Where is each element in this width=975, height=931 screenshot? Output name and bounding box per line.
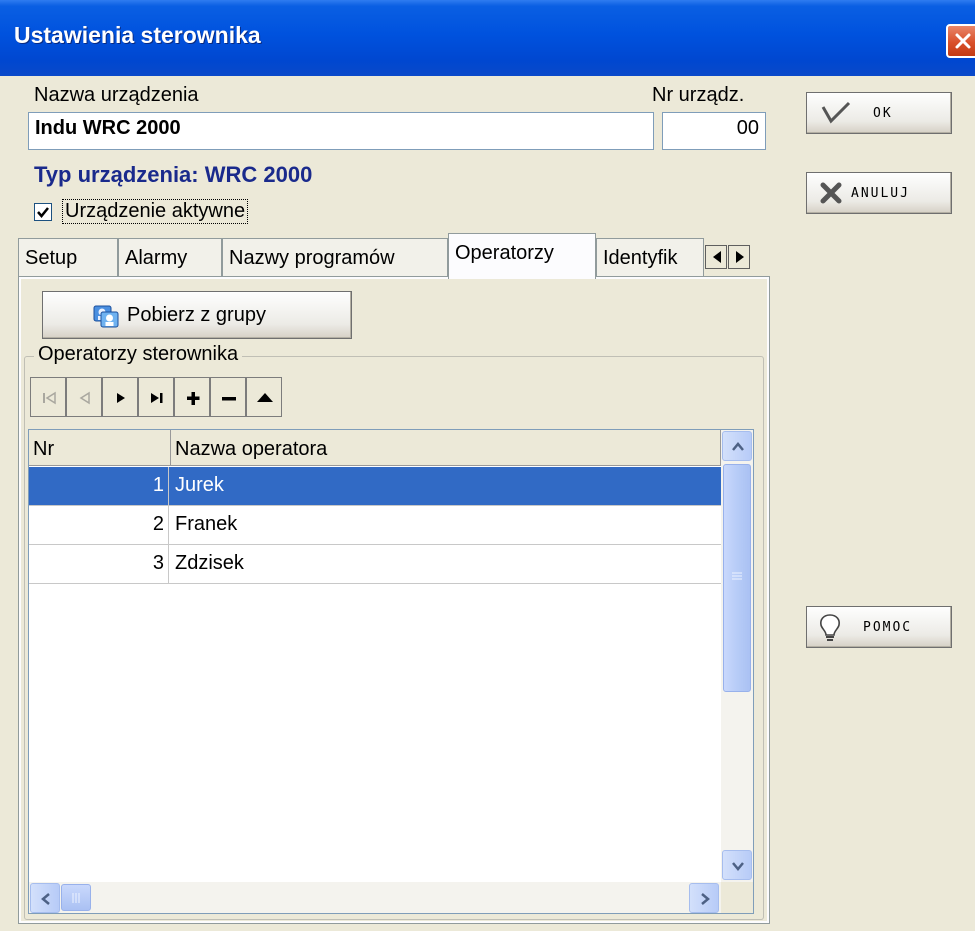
grip-icon [72,893,80,903]
scrollbar-corner [721,882,753,913]
cell-name: Zdzisek [175,552,244,574]
insert-icon [187,392,200,405]
operators-grid[interactable]: Nr Nazwa operatora 1 Jurek 2 Franek 3 Zd… [28,429,754,914]
horizontal-scrollbar[interactable] [29,882,721,913]
groupbox-title: Operatorzy sterownika [34,343,243,366]
ok-button[interactable]: OK [806,92,952,134]
help-button-label: POMOC [863,620,913,635]
table-row[interactable]: 2 Franek [29,506,721,545]
nav-edit-button[interactable] [246,377,282,417]
ok-button-label: OK [873,106,893,121]
scroll-up-button[interactable] [722,431,752,461]
device-number-input[interactable]: 00 [662,112,766,150]
cell-nr: 2 [29,506,169,544]
scroll-left-button[interactable] [30,883,60,913]
chevron-right-icon [701,893,710,905]
nav-first-button[interactable] [30,377,66,417]
cell-name: Franek [175,513,238,535]
cancel-button-label: ANULUJ [851,186,910,201]
tab-setup[interactable]: Setup [18,238,118,276]
title-bar[interactable]: Ustawienia sterownika [0,0,975,76]
arrow-right-icon [736,251,744,263]
tab-identyfik[interactable]: Identyfik [596,238,704,276]
cancel-x-icon [820,182,842,204]
prior-icon [79,391,90,405]
close-button[interactable] [946,24,975,58]
tab-scroll-right-button[interactable] [728,245,750,269]
nav-last-button[interactable] [138,377,174,417]
table-row[interactable]: 1 Jurek [29,467,721,506]
nav-prior-button[interactable] [66,377,102,417]
tab-alarmy[interactable]: Alarmy [118,238,222,276]
chevron-up-icon [732,442,744,451]
settings-dialog: Ustawienia sterownika Nazwa urządzenia N… [0,0,975,931]
active-checkbox-label[interactable]: Urządzenie aktywne [62,199,249,224]
edit-icon [257,393,273,402]
table-row[interactable]: 3 Zdzisek [29,545,721,584]
device-number-label: Nr urządz. [652,84,745,106]
close-icon [955,33,971,49]
scroll-right-button[interactable] [689,883,719,913]
device-type-text: Typ urządzenia: WRC 2000 [34,162,313,187]
chevron-left-icon [41,893,50,905]
vertical-scrollbar[interactable] [721,430,753,882]
fetch-from-group-button[interactable]: Pobierz z grupy [42,291,352,339]
nav-next-button[interactable] [102,377,138,417]
window-title: Ustawienia sterownika [14,22,261,48]
cell-name: Jurek [175,474,224,496]
grip-icon [732,572,742,580]
first-icon [43,391,56,405]
device-name-input[interactable]: Indu WRC 2000 [28,112,654,150]
checkmark-icon [37,207,49,218]
chevron-down-icon [732,862,744,871]
nav-delete-button[interactable] [210,377,246,417]
tab-scroll-left-button[interactable] [705,245,727,269]
cell-nr: 1 [29,467,169,505]
delete-icon [222,397,236,401]
horizontal-scroll-thumb[interactable] [61,884,91,911]
cancel-button[interactable]: ANULUJ [806,172,952,214]
last-icon [151,393,163,403]
lightbulb-icon [820,614,840,641]
tab-nazwy-programow[interactable]: Nazwy programów [222,238,448,276]
nav-insert-button[interactable] [174,377,210,417]
device-name-label: Nazwa urządzenia [34,84,199,106]
scroll-down-button[interactable] [722,850,752,880]
group-users-icon [93,305,119,328]
next-icon [117,393,125,403]
cell-nr: 3 [29,545,169,583]
arrow-left-icon [713,251,721,263]
fetch-button-label: Pobierz z grupy [127,304,266,326]
tab-operatorzy[interactable]: Operatorzy [448,233,596,279]
column-header-name[interactable]: Nazwa operatora [171,430,721,466]
active-checkbox[interactable] [34,203,52,221]
column-header-nr[interactable]: Nr [29,430,171,466]
vertical-scroll-thumb[interactable] [723,464,751,692]
checkmark-icon [821,101,851,124]
help-button[interactable]: POMOC [806,606,952,648]
